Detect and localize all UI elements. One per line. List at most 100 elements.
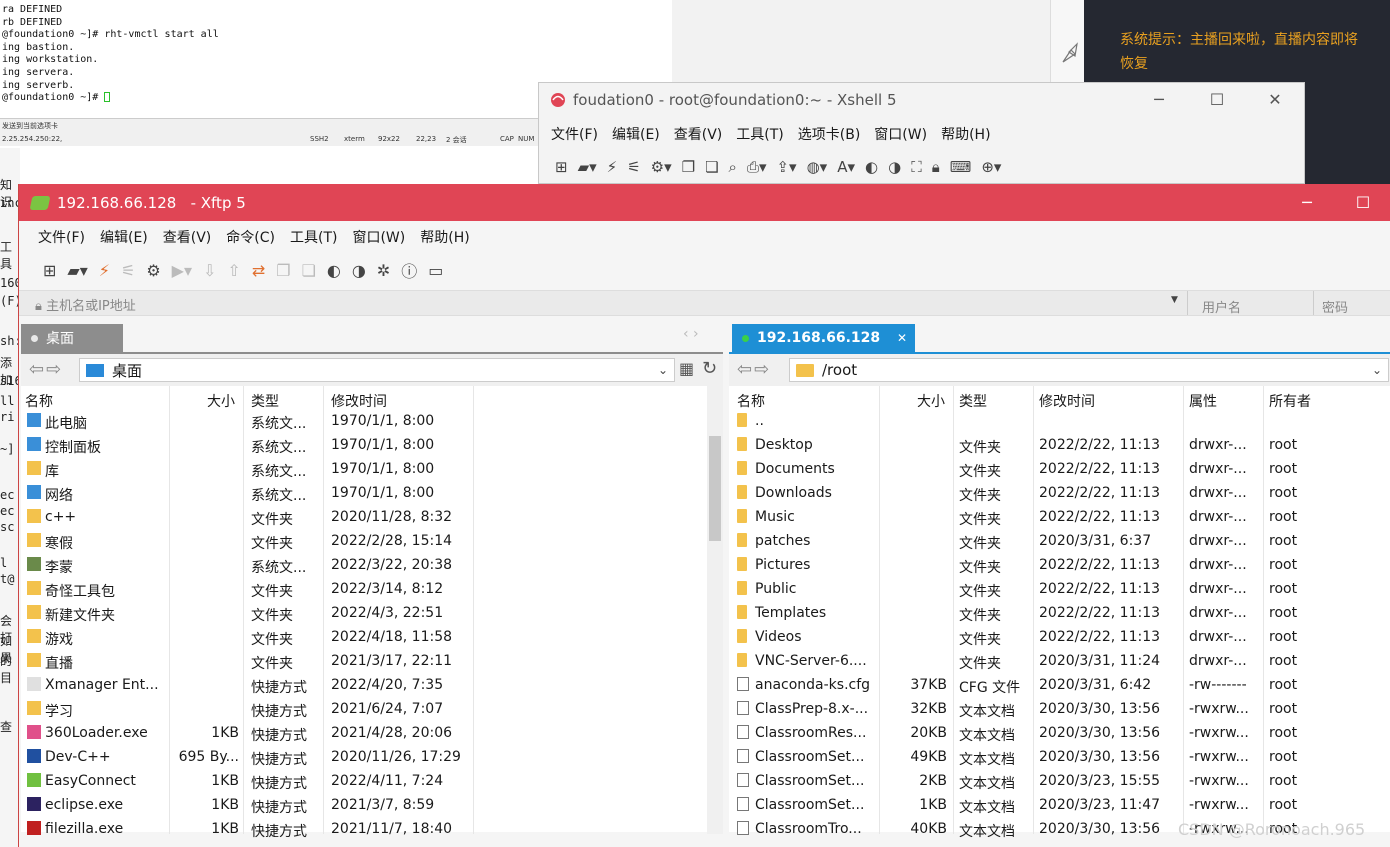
table-row[interactable]: 360Loader.exe 1KB 快捷方式 2021/4/28, 20:06 xyxy=(21,722,723,746)
keyboard-icon[interactable]: ⌨ xyxy=(950,158,972,176)
column-header[interactable]: 名称 xyxy=(737,391,765,411)
xftp-menu-item[interactable]: 查看(V) xyxy=(163,227,212,247)
chevron-down-icon[interactable]: ⌄ xyxy=(658,363,668,377)
xftp-menu-item[interactable]: 帮助(H) xyxy=(420,227,469,247)
paste-icon[interactable]: ❏ xyxy=(705,158,718,176)
password-input[interactable]: 密码 xyxy=(1313,291,1390,316)
xshell-menu-item[interactable]: 文件(F) xyxy=(551,124,598,144)
table-row[interactable]: ClassroomSet... 49KB 文本文档 2020/3/30, 13:56 -… xyxy=(729,746,1390,770)
options-gear-icon[interactable]: ✲ xyxy=(377,261,390,280)
chat-icon[interactable]: ▭ xyxy=(428,261,443,280)
xshell-menu-item[interactable]: 工具(T) xyxy=(736,124,783,144)
table-row[interactable]: anaconda-ks.cfg 37KB CFG 文件 2020/3/31, 6:42… xyxy=(729,674,1390,698)
host-input[interactable]: 🔒︎ 主机名或IP地址 xyxy=(35,295,136,314)
connect-icon[interactable]: ⚡ xyxy=(99,261,110,280)
new-session-icon[interactable]: ⊞ xyxy=(555,158,568,176)
table-row[interactable]: Videos 文件夹 2022/2/22, 11:13 drwxr-... root xyxy=(729,626,1390,650)
lock-icon[interactable]: 🔒︎ xyxy=(932,158,940,176)
xftp-icon[interactable]: ◑ xyxy=(352,261,366,280)
username-input[interactable]: 用户名 xyxy=(1187,291,1313,316)
xftp-titlebar[interactable]: 192.168.66.128 - Xftp 5 ─ ☐ xyxy=(19,184,1390,221)
table-row[interactable]: ClassPrep-8.x-... 32KB 文本文档 2020/3/30, 13:5… xyxy=(729,698,1390,722)
table-row[interactable]: Public 文件夹 2022/2/22, 11:13 drwxr-... root xyxy=(729,578,1390,602)
table-row[interactable]: 网络 系统文... 1970/1/1, 8:00 xyxy=(21,482,723,506)
table-row[interactable]: 控制面板 系统文... 1970/1/1, 8:00 xyxy=(21,434,723,458)
transfer-icon[interactable]: ⇪▾ xyxy=(776,158,796,176)
tab-remote-session[interactable]: 192.168.66.128 ✕ xyxy=(732,324,915,352)
table-row[interactable]: Desktop 文件夹 2022/2/22, 11:13 drwxr-... root xyxy=(729,434,1390,458)
print-icon[interactable]: ⎙▾ xyxy=(747,158,767,176)
xshell-menu-item[interactable]: 选项卡(B) xyxy=(798,124,861,144)
column-header[interactable]: 修改时间 xyxy=(1039,391,1095,411)
xftp-menu-item[interactable]: 命令(C) xyxy=(226,227,275,247)
table-row[interactable]: 库 系统文... 1970/1/1, 8:00 xyxy=(21,458,723,482)
close-button[interactable]: ✕ xyxy=(1246,83,1304,117)
new-session-icon[interactable]: ⊞ xyxy=(43,261,56,280)
host-dropdown-icon[interactable]: ▼ xyxy=(1171,295,1178,305)
tab-scroll-arrows[interactable]: ‹ › xyxy=(683,326,699,342)
xshell-menu-item[interactable]: 窗口(W) xyxy=(874,124,927,144)
table-row[interactable]: EasyConnect 1KB 快捷方式 2022/4/11, 7:24 xyxy=(21,770,723,794)
xshell-window[interactable]: foudation0 - root@foundation0:~ - Xshell… xyxy=(538,82,1305,184)
column-header[interactable]: 属性 xyxy=(1189,391,1217,411)
xshell-icon[interactable]: ◐ xyxy=(327,261,341,280)
xftp-menu-item[interactable]: 窗口(W) xyxy=(352,227,405,247)
add-icon[interactable]: ⊕▾ xyxy=(981,158,1001,176)
download-icon[interactable]: ⇩ xyxy=(203,261,216,280)
table-row[interactable]: patches 文件夹 2020/3/31, 6:37 drwxr-... root xyxy=(729,530,1390,554)
table-row[interactable]: 此电脑 系统文... 1970/1/1, 8:00 xyxy=(21,410,723,434)
properties-icon[interactable]: ⚙ xyxy=(146,261,160,280)
column-header[interactable]: 所有者 xyxy=(1269,391,1311,411)
help-icon[interactable]: ⓘ xyxy=(401,258,417,282)
table-row[interactable]: ClassroomSet... 1KB 文本文档 2020/3/23, 11:47 -r… xyxy=(729,794,1390,818)
disconnect-icon[interactable]: ⚟ xyxy=(627,158,640,176)
table-row[interactable]: Music 文件夹 2022/2/22, 11:13 drwxr-... root xyxy=(729,506,1390,530)
column-header[interactable]: 名称 xyxy=(25,391,53,411)
table-row[interactable]: VNC-Server-6.... 文件夹 2020/3/31, 11:24 drwxr… xyxy=(729,650,1390,674)
table-row[interactable]: Downloads 文件夹 2022/2/22, 11:13 drwxr-... roo… xyxy=(729,482,1390,506)
find-icon[interactable]: ⌕ xyxy=(729,158,737,176)
chevron-down-icon[interactable]: ⌄ xyxy=(1372,363,1382,377)
xftp-window[interactable]: 192.168.66.128 - Xftp 5 ─ ☐ 文件(F) 编辑(E) 查看… xyxy=(18,184,1390,847)
table-row[interactable]: Dev-C++ 695 By... 快捷方式 2020/11/26, 17:29 xyxy=(21,746,723,770)
table-row[interactable]: filezilla.exe 1KB 快捷方式 2021/11/7, 18:40 xyxy=(21,818,723,842)
column-header[interactable]: 类型 xyxy=(251,391,279,411)
table-row[interactable]: 游戏 文件夹 2022/4/18, 11:58 xyxy=(21,626,723,650)
table-row[interactable]: eclipse.exe 1KB 快捷方式 2021/3/7, 8:59 xyxy=(21,794,723,818)
folder-up-icon[interactable]: ▦ xyxy=(679,359,694,378)
local-path-input[interactable]: 桌面 ⌄ xyxy=(79,358,675,382)
minimize-button[interactable]: ─ xyxy=(1279,184,1335,221)
back-forward-icon[interactable]: ⇦⇨ xyxy=(737,359,771,380)
tab-close-icon[interactable]: ✕ xyxy=(897,331,907,345)
open-folder-icon[interactable]: ▰▾ xyxy=(578,158,597,176)
xftp-menu-item[interactable]: 编辑(E) xyxy=(100,227,148,247)
xshell-menu-item[interactable]: 查看(V) xyxy=(674,124,723,144)
table-row[interactable]: ClassroomSet... 2KB 文本文档 2020/3/23, 15:55 -r… xyxy=(729,770,1390,794)
table-row[interactable]: ClassroomRes... 20KB 文本文档 2020/3/30, 13:56 -… xyxy=(729,722,1390,746)
maximize-button[interactable]: ☐ xyxy=(1335,184,1390,221)
table-row[interactable]: 直播 文件夹 2021/3/17, 22:11 xyxy=(21,650,723,674)
xshell-menu-item[interactable]: 帮助(H) xyxy=(941,124,990,144)
table-row[interactable]: 新建文件夹 文件夹 2022/4/3, 22:51 xyxy=(21,602,723,626)
remote-path-input[interactable]: /root ⌄ xyxy=(789,358,1389,382)
scroll-thumb[interactable] xyxy=(709,436,721,541)
table-row[interactable]: Documents 文件夹 2022/2/22, 11:13 drwxr-... roo… xyxy=(729,458,1390,482)
table-row[interactable]: Templates 文件夹 2022/2/22, 11:13 drwxr-... roo… xyxy=(729,602,1390,626)
xshell-icon[interactable]: ◑ xyxy=(888,158,901,176)
table-row[interactable]: 李蒙 系统文... 2022/3/22, 20:38 xyxy=(21,554,723,578)
local-scrollbar[interactable] xyxy=(707,386,723,834)
xftp-icon[interactable]: ◐ xyxy=(865,158,878,176)
column-header[interactable]: 大小 xyxy=(917,391,945,411)
maximize-button[interactable]: ☐ xyxy=(1188,83,1246,117)
fullscreen-icon[interactable]: ⛶ xyxy=(911,158,922,176)
column-header[interactable]: 修改时间 xyxy=(331,391,387,411)
table-row[interactable]: Pictures 文件夹 2022/2/22, 11:13 drwxr-... root xyxy=(729,554,1390,578)
xftp-menu-item[interactable]: 文件(F) xyxy=(38,227,85,247)
table-row[interactable]: 寒假 文件夹 2022/2/28, 15:14 xyxy=(21,530,723,554)
background-scrollbar[interactable] xyxy=(1050,0,1084,84)
table-row[interactable]: .. xyxy=(729,410,1390,434)
sync-icon[interactable]: ⇄ xyxy=(252,261,265,280)
font-icon[interactable]: A▾ xyxy=(837,158,855,176)
back-forward-icon[interactable]: ⇦⇨ xyxy=(29,359,63,380)
disconnect-icon[interactable]: ⚟ xyxy=(121,261,135,280)
